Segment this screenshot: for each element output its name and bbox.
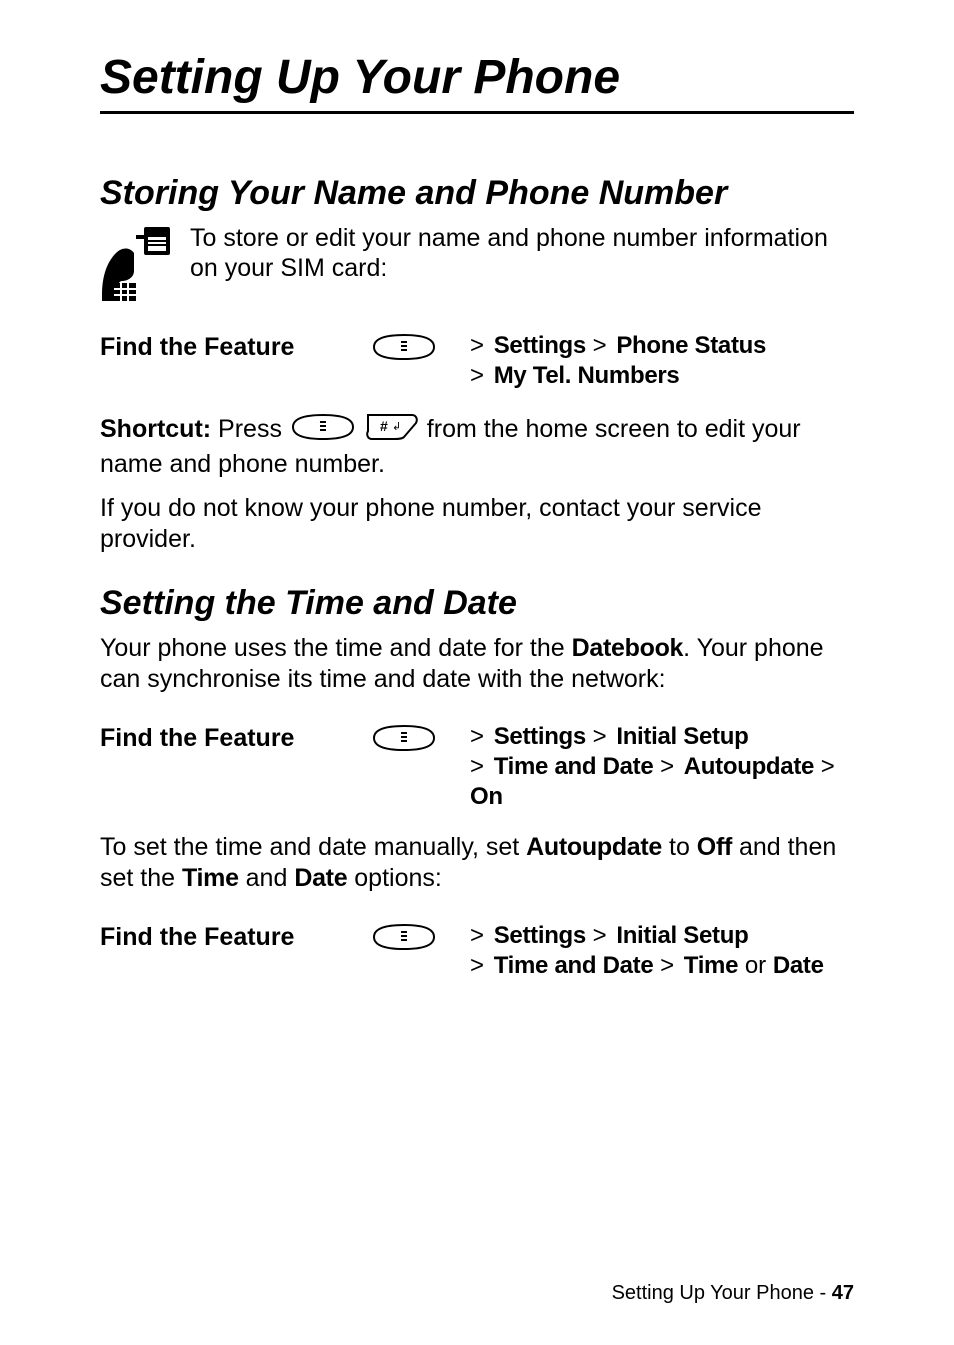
gt: > <box>586 922 613 949</box>
find-feature-label: Find the Feature <box>100 331 360 362</box>
gt: > <box>814 753 835 780</box>
date-term: Date <box>294 864 347 892</box>
intro-row: To store or edit your name and phone num… <box>100 223 854 303</box>
svg-text:↲: ↲ <box>392 421 401 433</box>
off-term: Off <box>697 833 732 861</box>
path-initial-setup: Initial Setup <box>616 922 748 949</box>
path-time-and-date: Time and Date <box>494 753 654 780</box>
path-on: On <box>470 783 503 810</box>
path-phone-status: Phone Status <box>616 332 766 359</box>
t: and <box>239 864 295 892</box>
gt: > <box>586 332 613 359</box>
gt: > <box>470 362 491 389</box>
autoupdate-term: Autoupdate <box>526 833 662 861</box>
shortcut-paragraph: Shortcut: Press # ↲ from the home screen… <box>100 411 854 479</box>
gt: > <box>470 922 491 949</box>
menu-key-icon <box>370 921 460 956</box>
feature-path-3: > Settings > Initial Setup > Time and Da… <box>470 921 824 981</box>
path-my-tel: My Tel. Numbers <box>494 362 680 389</box>
feature-path-1: > Settings > Phone Status > My Tel. Numb… <box>470 331 766 391</box>
t: To set the time and date manually, set <box>100 833 526 861</box>
footer-text: Setting Up Your Phone - <box>612 1282 832 1304</box>
page-content: Setting Up Your Phone Storing Your Name … <box>0 0 954 1345</box>
menu-key-icon <box>289 413 357 449</box>
note-contact-provider: If you do not know your phone number, co… <box>100 493 854 554</box>
hash-key-icon: # ↲ <box>364 411 420 449</box>
svg-text:#: # <box>380 418 388 434</box>
section-heading-time-date: Setting the Time and Date <box>100 584 854 623</box>
sim-card-icon <box>100 223 172 303</box>
feature-row-1: Find the Feature > Settings > Phone Stat… <box>100 331 854 391</box>
path-autoupdate: Autoupdate <box>684 753 814 780</box>
page-number: 47 <box>832 1282 854 1304</box>
shortcut-pre: Press <box>211 415 289 443</box>
gt: > <box>470 332 491 359</box>
gt: > <box>470 753 491 780</box>
gt: > <box>653 753 680 780</box>
title-rule <box>100 111 854 114</box>
menu-key-icon <box>370 331 460 366</box>
path-time-and-date: Time and Date <box>494 952 654 979</box>
find-feature-label: Find the Feature <box>100 921 360 952</box>
t: to <box>662 833 697 861</box>
t: Your phone uses the time and date for th… <box>100 634 572 662</box>
path-settings: Settings <box>494 332 586 359</box>
gt: > <box>470 952 491 979</box>
gt: > <box>653 952 680 979</box>
path-date: Date <box>773 952 824 979</box>
time-term: Time <box>182 864 239 892</box>
feature-row-2: Find the Feature > Settings > Initial Se… <box>100 722 854 812</box>
gt: > <box>586 723 613 750</box>
datebook-term: Datebook <box>572 634 684 662</box>
path-settings: Settings <box>494 922 586 949</box>
feature-row-3: Find the Feature > Settings > Initial Se… <box>100 921 854 981</box>
menu-key-icon <box>370 722 460 757</box>
intro-text: To store or edit your name and phone num… <box>190 223 854 283</box>
path-time: Time <box>684 952 738 979</box>
time-date-intro: Your phone uses the time and date for th… <box>100 633 854 694</box>
section-heading-storing: Storing Your Name and Phone Number <box>100 174 854 213</box>
find-feature-label: Find the Feature <box>100 722 360 753</box>
t: options: <box>347 864 442 892</box>
manual-instruction: To set the time and date manually, set A… <box>100 832 854 893</box>
page-title: Setting Up Your Phone <box>100 50 854 105</box>
feature-path-2: > Settings > Initial Setup > Time and Da… <box>470 722 854 812</box>
gt: > <box>470 723 491 750</box>
or-text: or <box>738 952 773 979</box>
page-footer: Setting Up Your Phone - 47 <box>612 1282 854 1305</box>
path-settings: Settings <box>494 723 586 750</box>
shortcut-label: Shortcut: <box>100 415 211 443</box>
path-initial-setup: Initial Setup <box>616 723 748 750</box>
